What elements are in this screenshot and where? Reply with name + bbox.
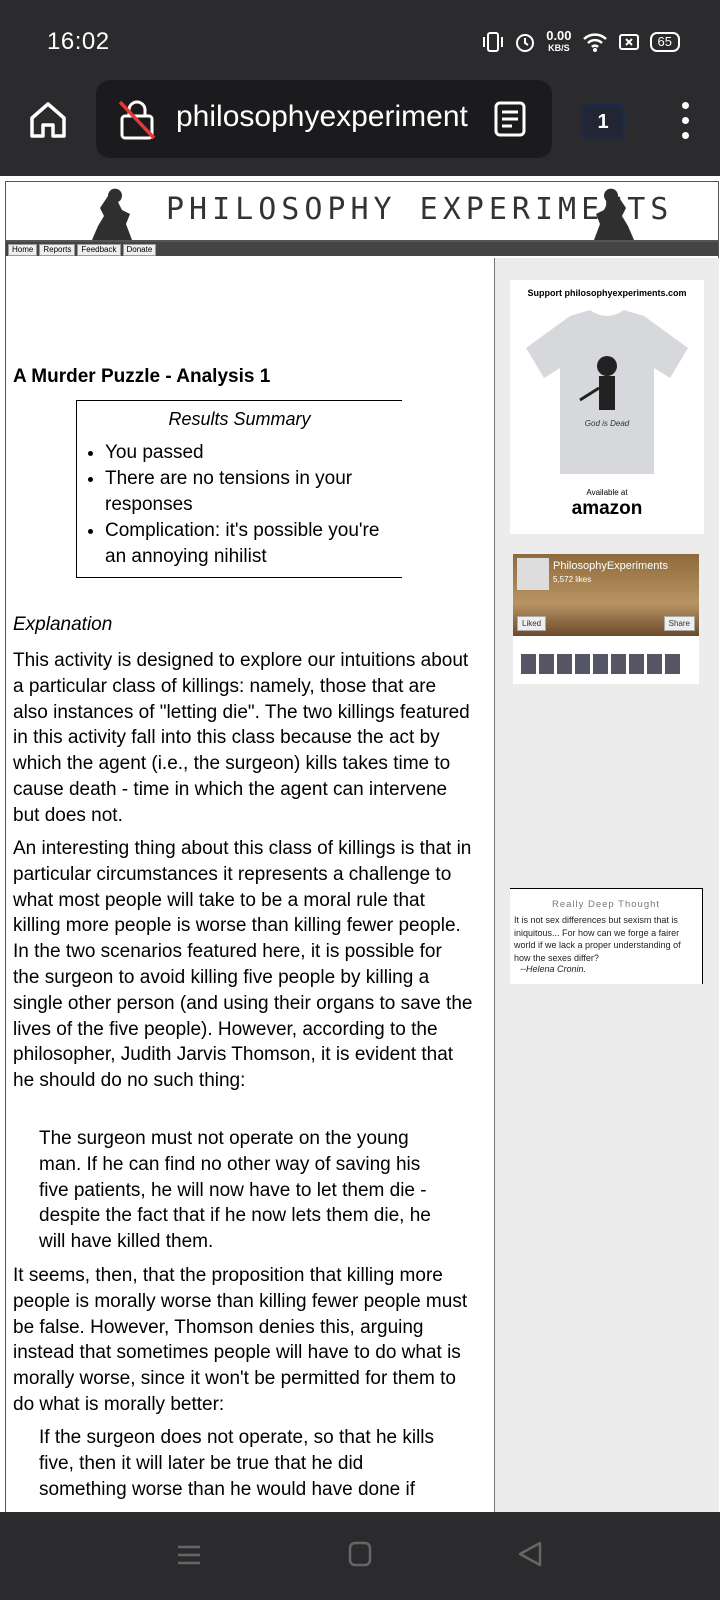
ad-title: Support philosophyexperiments.com bbox=[527, 288, 687, 298]
thought-author: --Helena Cronin. bbox=[520, 964, 587, 974]
battery-indicator: 65 bbox=[649, 32, 680, 52]
web-page: PHILOSOPHY EXPERIMENTS Home Reports Feedba… bbox=[0, 176, 720, 1512]
url-text: philosophyexperiment bbox=[176, 100, 468, 133]
nav-home[interactable]: Home bbox=[8, 244, 38, 256]
thinker-statue-icon bbox=[92, 188, 132, 240]
url-bar[interactable]: philosophyexperiment bbox=[96, 80, 552, 158]
paragraph: It seems, then, that the proposition tha… bbox=[13, 1265, 468, 1415]
status-icons: 0.00 KB/S 65 bbox=[482, 28, 680, 54]
blockquote: If the surgeon does not operate, so that… bbox=[39, 1427, 435, 1500]
facebook-liked-button[interactable]: Liked bbox=[517, 616, 547, 631]
nav-reports[interactable]: Reports bbox=[39, 244, 76, 256]
amazon-logo: amazon bbox=[571, 498, 643, 519]
site-nav: Home Reports Feedback Donate bbox=[6, 242, 718, 256]
wifi-icon bbox=[582, 33, 607, 52]
deep-thought-box: Really Deep Thought It is not sex differ… bbox=[510, 888, 703, 984]
sidebar: Support philosophyexperiments.com God is… bbox=[494, 258, 719, 1512]
tabs-button[interactable]: 1 bbox=[581, 104, 625, 140]
blockquote: The surgeon must not operate on the youn… bbox=[39, 1128, 431, 1253]
list-item: You passed bbox=[105, 440, 402, 466]
nav-donate[interactable]: Donate bbox=[122, 244, 157, 256]
screenshot-icon bbox=[618, 34, 639, 50]
reader-mode-icon[interactable] bbox=[492, 101, 528, 137]
thought-title: Really Deep Thought bbox=[551, 899, 661, 910]
nav-feedback[interactable]: Feedback bbox=[77, 244, 121, 256]
results-summary-box: Results Summary You passed There are no … bbox=[76, 400, 402, 578]
browser-toolbar: philosophyexperiment 1 bbox=[0, 78, 720, 176]
results-list: You passed There are no tensions in your… bbox=[77, 440, 402, 570]
recent-apps-icon[interactable] bbox=[176, 1542, 202, 1568]
net-speed: 0.00 KB/S bbox=[546, 28, 572, 53]
list-item: There are no tensions in your responses bbox=[105, 466, 402, 518]
facebook-page-name: PhilosophyExperiments bbox=[553, 560, 668, 572]
alarm-icon bbox=[516, 34, 535, 52]
facebook-share-button[interactable]: Share bbox=[663, 616, 695, 631]
back-icon[interactable] bbox=[516, 1540, 544, 1568]
thought-quote: It is not sex differences but sexism tha… bbox=[514, 915, 681, 963]
paragraph: This activity is designed to explore our… bbox=[13, 650, 470, 826]
home-nav-icon[interactable] bbox=[347, 1540, 373, 1568]
facebook-banner: PhilosophyExperiments 5,572 likes Liked … bbox=[513, 554, 699, 636]
tshirt-image: God is Dead bbox=[526, 310, 688, 474]
site-header: PHILOSOPHY EXPERIMENTS bbox=[6, 182, 718, 242]
ad-available: Available at bbox=[586, 488, 628, 497]
tshirt-ad[interactable]: Support philosophyexperiments.com God is… bbox=[510, 280, 704, 534]
system-nav-bar bbox=[0, 1512, 720, 1600]
page-avatar bbox=[517, 558, 549, 590]
results-heading: Results Summary bbox=[168, 409, 311, 429]
shirt-caption: God is Dead bbox=[585, 419, 630, 428]
status-bar: 16:02 0.00 KB/S 65 bbox=[0, 0, 720, 78]
site-frame: PHILOSOPHY EXPERIMENTS Home Reports Feedba… bbox=[5, 181, 719, 1512]
list-item: Complication: it's possible you're an an… bbox=[105, 518, 402, 570]
facebook-widget[interactable]: PhilosophyExperiments 5,572 likes Liked … bbox=[513, 554, 699, 684]
thinker-statue-icon bbox=[594, 188, 634, 240]
home-icon[interactable] bbox=[26, 98, 70, 142]
vibrate-icon bbox=[483, 32, 504, 52]
status-time: 16:02 bbox=[47, 28, 110, 55]
explanation-heading: Explanation bbox=[13, 614, 113, 635]
insecure-lock-icon bbox=[118, 100, 156, 140]
facebook-likes: 5,572 likes bbox=[553, 575, 592, 584]
article-title: A Murder Puzzle - Analysis 1 bbox=[13, 366, 271, 387]
paragraph: An interesting thing about this class of… bbox=[13, 838, 473, 1092]
overflow-menu-icon[interactable] bbox=[670, 98, 700, 144]
facebook-fan-faces bbox=[521, 654, 680, 674]
